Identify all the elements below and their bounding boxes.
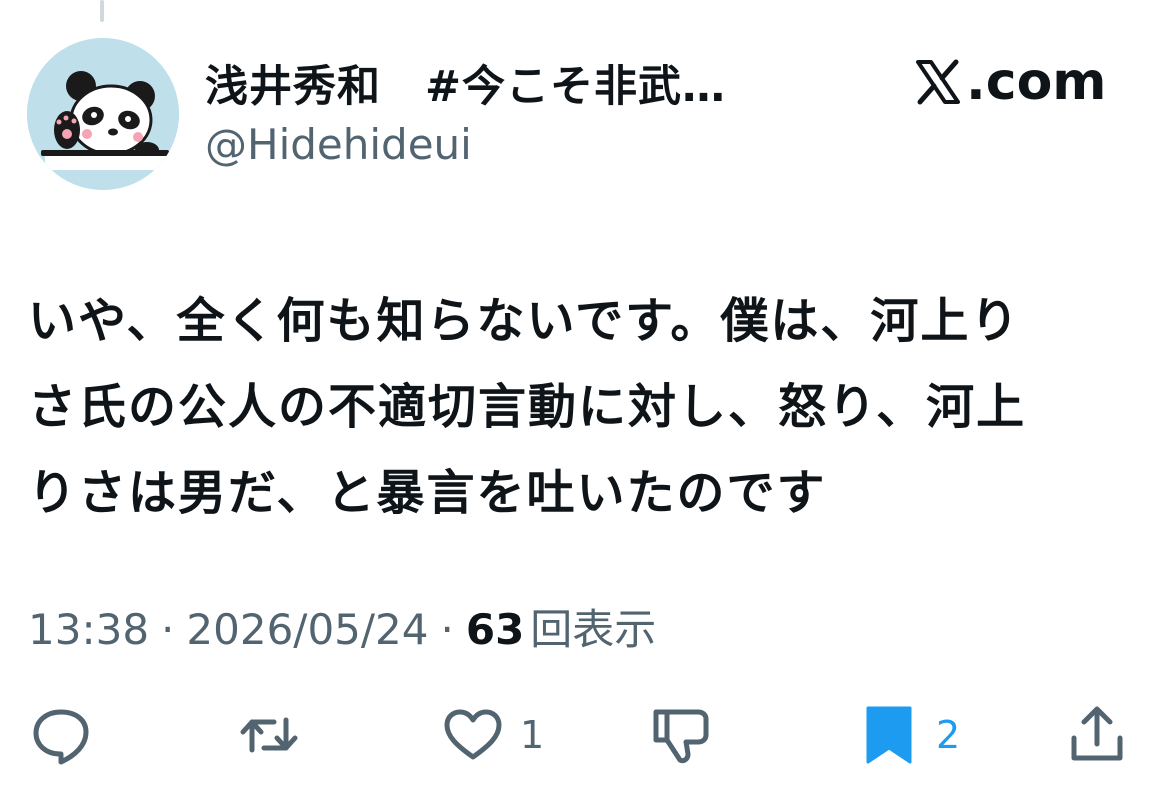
tweet-line: いや、全く何も知らないです。僕は、河上り: [28, 293, 1021, 349]
bookmark-count: 2: [936, 713, 961, 757]
meta-separator: ·: [440, 605, 454, 654]
retweet-icon: [240, 717, 298, 753]
dislike-button[interactable]: [650, 700, 728, 770]
like-count: 1: [520, 713, 545, 757]
heart-icon: [444, 709, 502, 760]
tweet-line: りさは男だ、と暴言を吐いたのです: [28, 465, 827, 521]
tweet-line: さ氏の公人の不適切言動に対し、怒り、河上: [28, 379, 1027, 435]
reply-button[interactable]: [30, 700, 108, 770]
source-label: .com: [912, 52, 1107, 112]
share-icon: [1071, 706, 1123, 761]
thread-connector-line: [100, 0, 104, 22]
x-logo-icon: [916, 59, 960, 105]
tweet-date[interactable]: 2026/05/24: [186, 605, 428, 654]
views-label[interactable]: 回表示: [530, 596, 656, 657]
like-button[interactable]: 1: [442, 700, 544, 770]
author-display-name[interactable]: 浅井秀和 #今こそ非武…: [205, 52, 726, 114]
views-count[interactable]: 63: [466, 605, 524, 654]
share-button[interactable]: [1066, 700, 1144, 770]
author-handle[interactable]: @Hidehideui: [205, 120, 472, 169]
retweet-button[interactable]: [238, 700, 316, 770]
tweet-meta: 13:38 · 2026/05/24 · 63 回表示: [28, 596, 656, 657]
meta-separator: ·: [161, 605, 175, 654]
tweet-time[interactable]: 13:38: [28, 605, 149, 654]
source-domain-text: .com: [966, 52, 1107, 112]
action-bar: 1 2: [0, 700, 1170, 770]
tweet-body: いや、全く何も知らないです。僕は、河上り さ氏の公人の不適切言動に対し、怒り、河…: [28, 278, 1128, 536]
panda-avatar-icon: [27, 38, 179, 190]
tweet-card: 浅井秀和 #今こそ非武… @Hidehideui .com いや、全く何も知らな…: [0, 0, 1170, 791]
bookmark-icon: [866, 706, 912, 764]
thumbs-down-icon: [653, 709, 709, 764]
reply-icon: [33, 709, 89, 765]
bookmark-button[interactable]: 2: [858, 700, 960, 770]
author-avatar[interactable]: [27, 38, 179, 190]
